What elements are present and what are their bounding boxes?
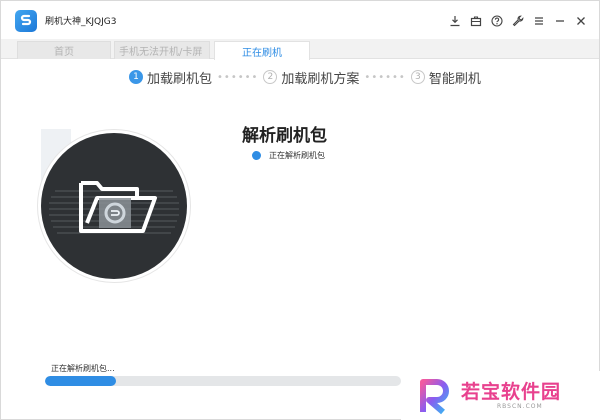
progress-bar xyxy=(45,376,401,386)
menu-icon[interactable] xyxy=(530,12,547,29)
step-label: 加载刷机包 xyxy=(147,71,213,87)
step-label: 加载刷机方案 xyxy=(281,71,360,87)
tab-unbootable[interactable]: 手机无法开机/卡屏 xyxy=(114,41,210,59)
watermark-brand: 若宝软件园 xyxy=(461,381,562,403)
status-row: 正在解析刷机包 xyxy=(252,150,325,161)
wrench-icon[interactable] xyxy=(509,12,526,29)
step-number: 2 xyxy=(263,70,278,84)
step-number: 3 xyxy=(410,70,425,84)
tab-home[interactable]: 首页 xyxy=(17,41,111,59)
step-load-package: 1 加载刷机包 xyxy=(129,68,212,87)
download-icon[interactable] xyxy=(446,12,463,29)
step-number: 1 xyxy=(129,70,143,84)
watermark-logo-icon xyxy=(417,376,457,420)
folder-icon xyxy=(49,181,179,234)
step-indicator: 1 加载刷机包 •••••• 2 加载刷机方案 •••••• 3 智能刷机 xyxy=(129,67,481,87)
step-label: 智能刷机 xyxy=(428,71,481,87)
watermark-url: RBSCN.COM xyxy=(497,403,543,410)
tab-flashing[interactable]: 正在刷机 xyxy=(214,41,310,60)
app-title: 刷机大神_KJQJG3 xyxy=(45,17,117,27)
step-smart-flash: 3 智能刷机 xyxy=(410,68,481,87)
close-icon[interactable] xyxy=(572,12,589,29)
step-load-plan: 2 加载刷机方案 xyxy=(263,68,359,87)
status-dot-icon xyxy=(252,151,261,160)
title-bar: 刷机大神_KJQJG3 xyxy=(1,1,599,39)
progress-fill xyxy=(45,376,117,386)
step-separator: •••••• xyxy=(217,71,259,83)
progress-label: 正在解析刷机包... xyxy=(51,364,115,373)
app-window: 刷机大神_KJQJG3 首页 手机无法开机/卡屏 正在刷机 1 加载刷机包 ••… xyxy=(0,0,600,420)
app-logo-icon xyxy=(15,10,37,32)
status-text: 正在解析刷机包 xyxy=(269,151,325,160)
step-separator: •••••• xyxy=(364,71,406,83)
tab-bar: 首页 手机无法开机/卡屏 正在刷机 xyxy=(1,39,599,60)
minimize-icon[interactable] xyxy=(551,12,568,29)
parse-heading: 解析刷机包 xyxy=(242,126,327,146)
folder-illustration xyxy=(41,133,187,279)
help-icon[interactable] xyxy=(488,12,505,29)
toolbox-icon[interactable] xyxy=(467,12,484,29)
